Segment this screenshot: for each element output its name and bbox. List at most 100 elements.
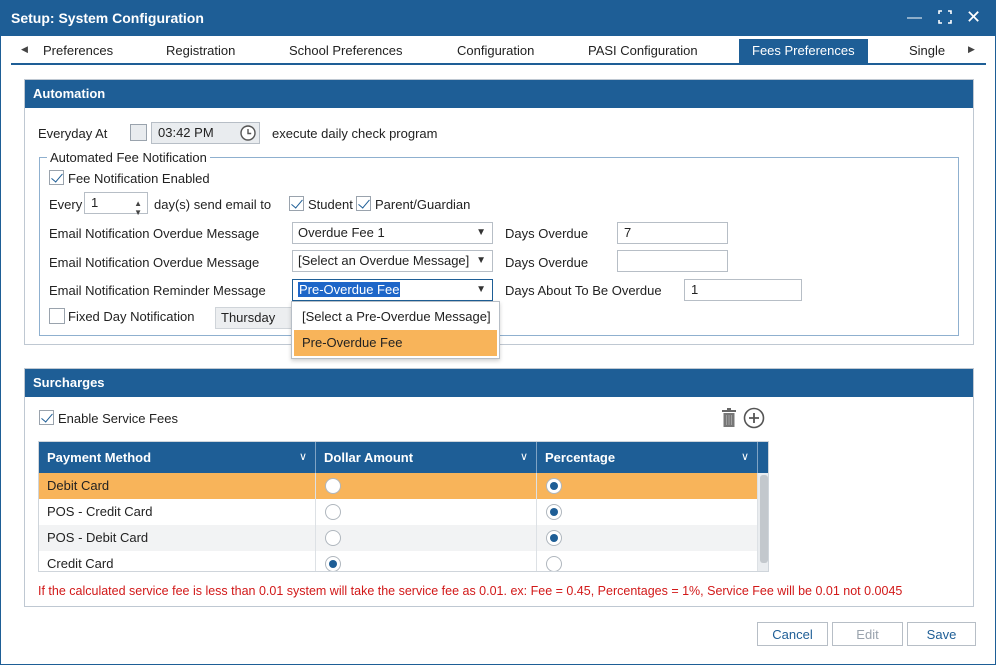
reminder-option-none[interactable]: [Select a Pre-Overdue Message] — [294, 304, 497, 330]
fee-notification-enabled-checkbox[interactable] — [49, 170, 64, 185]
dollar-amount-cell — [316, 473, 537, 499]
every-value: 1 — [91, 195, 99, 210]
tab-school-preferences[interactable]: School Preferences — [289, 39, 402, 63]
reminder-message-select[interactable]: Pre-Overdue Fee ▼ — [292, 279, 493, 301]
overdue-message-select-1[interactable]: Overdue Fee 1 ▼ — [292, 222, 493, 244]
payment-method-cell: POS - Credit Card — [39, 499, 316, 525]
percentage-cell — [537, 473, 758, 499]
tab-preferences[interactable]: Preferences — [43, 39, 115, 63]
reminder-message-label: Email Notification Reminder Message — [49, 283, 266, 298]
fixed-day-value: Thursday — [221, 310, 276, 325]
close-icon[interactable]: ✕ — [966, 7, 981, 28]
dollar-amount-radio[interactable] — [325, 478, 341, 494]
percentage-cell — [537, 551, 758, 571]
dollar-amount-radio[interactable] — [325, 504, 341, 520]
trash-icon[interactable] — [721, 408, 737, 431]
reminder-options-dropdown: [Select a Pre-Overdue Message] Pre-Overd… — [291, 301, 500, 359]
everyday-at-label: Everyday At — [38, 126, 108, 141]
add-circle-icon[interactable] — [743, 407, 765, 432]
caret-down-icon: ▼ — [476, 284, 486, 295]
days-send-label: day(s) send email to — [154, 197, 272, 212]
reminder-message-value: Pre-Overdue Fee — [298, 282, 401, 297]
tab-strip: ◀ Preferences Registration School Prefer… — [11, 37, 986, 65]
reminder-option-pre-overdue-fee[interactable]: Pre-Overdue Fee — [294, 330, 497, 356]
tab-scroll-right-icon[interactable]: ▶ — [968, 44, 975, 55]
stepper-down-icon[interactable]: ▼ — [134, 203, 142, 223]
surcharges-header: Surcharges — [25, 369, 973, 397]
days-overdue-value-1: 7 — [624, 225, 632, 240]
tab-pasi-configuration[interactable]: PASI Configuration — [588, 39, 698, 63]
dollar-amount-cell — [316, 551, 537, 571]
maximize-icon[interactable] — [938, 9, 952, 28]
days-about-overdue-input[interactable]: 1 — [684, 279, 802, 301]
save-button[interactable]: Save — [907, 622, 976, 646]
percentage-radio[interactable] — [546, 504, 562, 520]
student-label: Student — [308, 197, 353, 212]
overdue-message-value-2: [Select an Overdue Message] — [298, 253, 470, 268]
fixed-day-checkbox[interactable] — [49, 308, 65, 324]
everyday-at-checkbox[interactable] — [130, 124, 147, 141]
dollar-amount-radio[interactable] — [325, 556, 341, 571]
overdue-message-select-2[interactable]: [Select an Overdue Message] ▼ — [292, 250, 493, 272]
days-overdue-input-2[interactable] — [617, 250, 728, 272]
tab-fees-preferences[interactable]: Fees Preferences — [739, 39, 868, 63]
clock-icon[interactable] — [239, 124, 257, 148]
days-overdue-input-1[interactable]: 7 — [617, 222, 728, 244]
chevron-down-icon[interactable]: ∨ — [299, 442, 307, 473]
days-about-overdue-label: Days About To Be Overdue — [505, 283, 662, 298]
overdue-message-value-1: Overdue Fee 1 — [298, 225, 385, 240]
time-input[interactable]: 03:42 PM — [151, 122, 260, 144]
overdue-message-label-1: Email Notification Overdue Message — [49, 226, 260, 241]
percentage-cell — [537, 499, 758, 525]
tab-registration[interactable]: Registration — [166, 39, 235, 63]
percentage-radio[interactable] — [546, 530, 562, 546]
student-checkbox[interactable] — [289, 196, 304, 211]
fee-notification-enabled-label: Fee Notification Enabled — [68, 171, 210, 186]
percentage-cell — [537, 525, 758, 551]
payment-method-cell: POS - Debit Card — [39, 525, 316, 551]
table-row[interactable]: POS - Credit Card — [39, 499, 758, 525]
fixed-day-label: Fixed Day Notification — [68, 309, 195, 324]
surcharges-panel: Surcharges Enable Service Fees Payment M… — [24, 368, 974, 607]
payment-method-cell: Credit Card — [39, 551, 316, 571]
group-legend: Automated Fee Notification — [47, 150, 210, 165]
automation-panel: Automation Everyday At 03:42 PM execute … — [24, 79, 974, 359]
column-label: Payment Method — [47, 450, 152, 465]
payment-method-cell: Debit Card — [39, 473, 316, 499]
chevron-down-icon[interactable]: ∨ — [520, 442, 528, 473]
table-row[interactable]: Debit Card — [39, 473, 758, 499]
percentage-radio[interactable] — [546, 478, 562, 494]
days-about-overdue-value: 1 — [691, 282, 699, 297]
table-row[interactable]: Credit Card — [39, 551, 758, 571]
percentage-radio[interactable] — [546, 556, 562, 571]
minimize-icon[interactable]: — — [907, 9, 922, 26]
table-row[interactable]: POS - Debit Card — [39, 525, 758, 551]
service-fee-warning: If the calculated service fee is less th… — [38, 584, 903, 598]
chevron-down-icon[interactable]: ∨ — [741, 442, 749, 473]
column-percentage[interactable]: Percentage ∨ — [537, 442, 758, 473]
cancel-button[interactable]: Cancel — [757, 622, 828, 646]
title-bar: Setup: System Configuration — ✕ — [1, 1, 995, 36]
grid-scrollbar-thumb[interactable] — [760, 475, 768, 563]
caret-down-icon: ▼ — [472, 251, 486, 271]
tab-single[interactable]: Single — [909, 39, 945, 63]
column-label: Dollar Amount — [324, 450, 414, 465]
dollar-amount-radio[interactable] — [325, 530, 341, 546]
every-label: Every — [49, 197, 83, 212]
payment-method-grid: Payment Method ∨ Dollar Amount ∨ Percent… — [38, 441, 769, 572]
grid-scrollbar[interactable] — [758, 473, 768, 571]
enable-service-fees-label: Enable Service Fees — [58, 411, 178, 426]
window-title: Setup: System Configuration — [11, 10, 204, 26]
column-dollar-amount[interactable]: Dollar Amount ∨ — [316, 442, 537, 473]
every-stepper[interactable]: 1 ▲ ▼ — [84, 192, 148, 217]
tab-configuration[interactable]: Configuration — [457, 39, 534, 63]
parent-guardian-label: Parent/Guardian — [375, 197, 471, 212]
column-payment-method[interactable]: Payment Method ∨ — [39, 442, 316, 473]
days-overdue-label-1: Days Overdue — [505, 226, 589, 241]
edit-button[interactable]: Edit — [832, 622, 903, 646]
tab-scroll-left-icon[interactable]: ◀ — [21, 44, 28, 55]
caret-down-icon: ▼ — [476, 227, 486, 238]
execute-label: execute daily check program — [272, 126, 438, 141]
enable-service-fees-checkbox[interactable] — [39, 410, 54, 425]
parent-guardian-checkbox[interactable] — [356, 196, 371, 211]
